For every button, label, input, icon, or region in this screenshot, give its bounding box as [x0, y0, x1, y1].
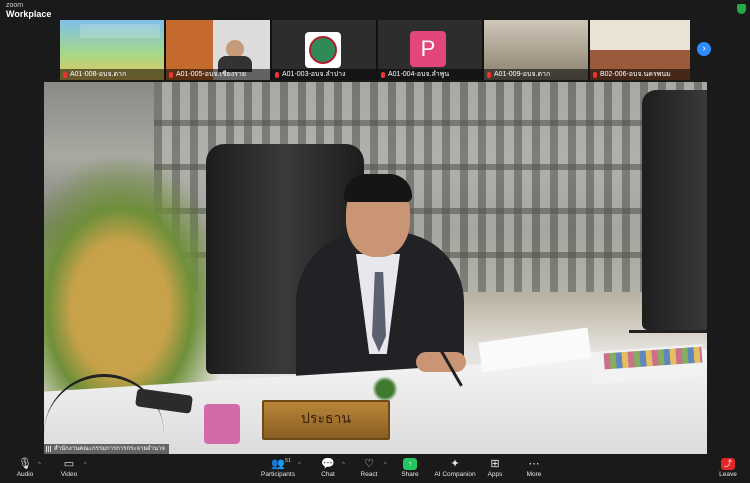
participant-label: A01-004-อบจ.ลำพูน	[378, 69, 482, 80]
leave-button[interactable]: ⤴ Leave	[716, 455, 740, 483]
app-name-bottom: Workplace	[6, 9, 52, 19]
participant-label: B02-006-อบจ.นครพนม	[590, 69, 690, 80]
participants-icon: 👥	[271, 458, 285, 470]
more-label: More	[526, 471, 542, 478]
speaker-name-label: สำนักงานคณะกรรมการการกระจายอำนาจ	[44, 444, 169, 454]
chat-button[interactable]: 💬 Chat	[316, 455, 340, 483]
sparkle-icon: ✦	[450, 458, 460, 470]
video-camera-icon: ▭	[63, 458, 75, 470]
banner-image	[80, 24, 160, 38]
participant-label: A01-003-อบจ.ลำปาง	[272, 69, 376, 80]
speaker-name-text: สำนักงานคณะกรรมการการกระจายอำนาจ	[54, 446, 165, 452]
leave-door-icon: ⤴	[721, 458, 735, 470]
signal-icon	[46, 446, 51, 452]
apps-label: Apps	[487, 471, 503, 478]
speaker-hair	[344, 174, 412, 202]
more-dots-icon: ⋯	[528, 458, 540, 470]
ai-companion-button[interactable]: ✦ AI Companion	[434, 455, 476, 483]
participant-label: A01-009-อบจ.ตาก	[484, 69, 588, 80]
participant-tile[interactable]: A01-009-อบจ.ตาก	[484, 20, 588, 80]
app-logo: zoom Workplace	[6, 1, 51, 19]
participant-tile[interactable]: A01-008-อบจ.ตาก	[60, 20, 164, 80]
video-button[interactable]: ▭ Video	[56, 455, 82, 483]
next-page-chevron-icon[interactable]: ›	[697, 42, 711, 56]
participant-tile[interactable]: P A01-004-อบจ.ลำพูน	[378, 20, 482, 80]
audio-label: Audio	[16, 471, 34, 478]
apps-icon: ⊞	[490, 458, 500, 470]
participant-tile[interactable]: A01-005-อบจ.เชียงราย	[166, 20, 270, 80]
chair-right	[642, 90, 707, 330]
chat-icon: 💬	[321, 458, 335, 470]
react-button[interactable]: ♡ React	[356, 455, 382, 483]
participant-label: A01-005-อบจ.เชียงราย	[166, 69, 270, 80]
mic-muted-icon	[593, 72, 597, 78]
more-button[interactable]: ⋯ More	[522, 455, 546, 483]
gallery-strip: A01-008-อบจ.ตาก A01-005-อบจ.เชียงราย A01…	[60, 20, 690, 80]
leave-label: Leave	[719, 471, 737, 478]
video-chevron-up-icon[interactable]: ^	[84, 462, 87, 468]
video-label: Video	[60, 471, 78, 478]
mic-muted-icon	[63, 72, 67, 78]
desk-microphone-right	[629, 330, 707, 333]
mic-muted-icon	[487, 72, 491, 78]
meeting-toolbar: 🎙 Audio ^ ▭ Video ^ 👥 51 Participants ^ …	[0, 455, 750, 483]
nameplate: ประธาน	[262, 400, 390, 440]
mic-muted-icon: 🎙	[18, 458, 32, 470]
mic-muted-icon	[381, 72, 385, 78]
participants-count: 51	[285, 458, 292, 464]
share-label: Share	[401, 471, 419, 478]
ai-companion-label: AI Companion	[434, 471, 476, 478]
chat-chevron-up-icon[interactable]: ^	[342, 462, 345, 468]
participants-label: Participants	[261, 471, 295, 478]
mic-muted-icon	[275, 72, 279, 78]
participant-tile[interactable]: A01-003-อบจ.ลำปาง	[272, 20, 376, 80]
participants-button[interactable]: 👥 51 Participants	[260, 455, 296, 483]
share-screen-icon: ↑	[403, 458, 417, 470]
title-bar: zoom Workplace	[0, 0, 750, 20]
react-label: React	[360, 471, 378, 478]
heart-icon: ♡	[364, 458, 374, 470]
audio-chevron-up-icon[interactable]: ^	[38, 462, 41, 468]
participant-tile[interactable]: B02-006-อบจ.นครพนม	[590, 20, 690, 80]
audio-button[interactable]: 🎙 Audio	[12, 455, 38, 483]
avatar: P	[410, 31, 446, 67]
pink-box	[204, 404, 240, 444]
apps-button[interactable]: ⊞ Apps	[484, 455, 506, 483]
participant-label: A01-008-อบจ.ตาก	[60, 69, 164, 80]
participants-chevron-up-icon[interactable]: ^	[298, 462, 301, 468]
chat-label: Chat	[321, 471, 335, 478]
security-shield-icon[interactable]	[737, 4, 746, 14]
react-chevron-up-icon[interactable]: ^	[384, 462, 387, 468]
mic-muted-icon	[169, 72, 173, 78]
org-logo-icon	[305, 32, 341, 68]
share-button[interactable]: ↑ Share	[398, 455, 422, 483]
main-video[interactable]: ประธาน	[44, 82, 707, 454]
